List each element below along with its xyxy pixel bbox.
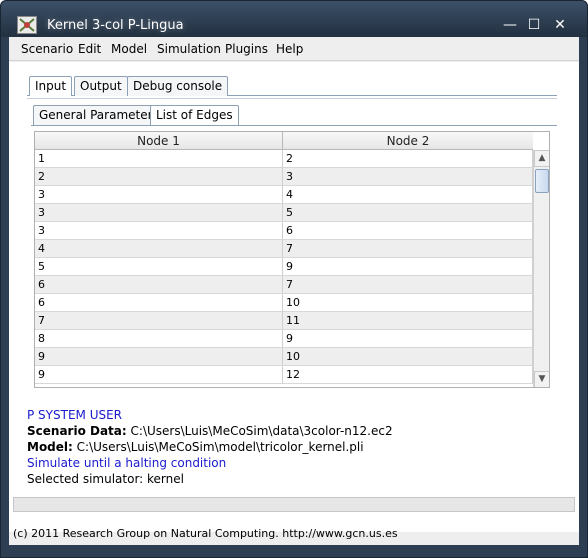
- main-panel: Input Output Debug console General Param…: [9, 62, 579, 532]
- table-row[interactable]: 59: [35, 258, 533, 276]
- table-row[interactable]: 23: [35, 168, 533, 186]
- cell-node-2[interactable]: 7: [283, 240, 533, 258]
- cell-node-1[interactable]: 2: [35, 168, 283, 186]
- table-row[interactable]: 67: [35, 276, 533, 294]
- table-row[interactable]: 7 11: [35, 312, 533, 330]
- menu-simulation[interactable]: Simulation: [157, 41, 221, 57]
- up-arrow-icon[interactable]: ▲: [534, 150, 549, 167]
- cell-node-1[interactable]: 6: [35, 276, 283, 294]
- footer-copyright: (c) 2011 Research Group on Natural Compu…: [13, 527, 398, 540]
- cell-node-1[interactable]: 8: [35, 330, 283, 348]
- cell-node-2[interactable]: 9: [283, 330, 533, 348]
- cell-node-2[interactable]: 7: [283, 276, 533, 294]
- menu-edit[interactable]: Edit: [78, 41, 101, 57]
- edges-table: Node 1 Node 2 1 2 2 3 3 4 3 5 3 6 4 7 5 9 6 7 6 10 7 11 8 9 9 1…: [34, 131, 550, 388]
- scenario-data-line: Scenario Data: C:\Users\Luis\MeCoSim\dat…: [27, 423, 557, 439]
- table-row[interactable]: 36: [35, 222, 533, 240]
- cell-node-2[interactable]: 10: [283, 348, 533, 366]
- title-bar[interactable]: Kernel 3-col P-Lingua — ☐ ✕: [1, 1, 587, 37]
- minimize-button[interactable]: —: [499, 15, 521, 35]
- cell-node-2[interactable]: 11: [283, 312, 533, 330]
- cell-node-2[interactable]: 10: [283, 294, 533, 312]
- selected-simulator-text: Selected simulator: kernel: [27, 472, 184, 486]
- window-title: Kernel 3-col P-Lingua: [47, 18, 184, 33]
- model-label: Model:: [27, 440, 73, 454]
- down-arrow-icon[interactable]: ▼: [534, 371, 549, 387]
- table-body: 1 2 2 3 3 4 3 5 3 6 4 7 5 9 6 7 6 10 7 11 8 9 9 10 9 12: [35, 150, 533, 387]
- table-row[interactable]: 47: [35, 240, 533, 258]
- model-line: Model: C:\Users\Luis\MeCoSim\model\trico…: [27, 439, 557, 455]
- table-row[interactable]: 35: [35, 204, 533, 222]
- user-label: P SYSTEM USER: [27, 408, 123, 422]
- scroll-thumb[interactable]: [535, 169, 549, 193]
- close-button[interactable]: ✕: [549, 15, 571, 35]
- status-panel: P SYSTEM USER Scenario Data: C:\Users\Lu…: [27, 407, 557, 497]
- cell-node-1[interactable]: 3: [35, 222, 283, 240]
- table-row[interactable]: 9 10: [35, 348, 533, 366]
- maximize-button[interactable]: ☐: [523, 15, 545, 35]
- cell-node-1[interactable]: 4: [35, 240, 283, 258]
- cell-node-2[interactable]: 9: [283, 258, 533, 276]
- table-header: Node 1 Node 2: [35, 132, 533, 150]
- cell-node-1[interactable]: 3: [35, 204, 283, 222]
- cell-node-1[interactable]: 5: [35, 258, 283, 276]
- subtab-general-parameters[interactable]: General Parameters: [33, 105, 165, 125]
- table-row[interactable]: 12: [35, 150, 533, 168]
- tab-input[interactable]: Input: [29, 76, 73, 96]
- cell-node-2[interactable]: 12: [283, 366, 533, 384]
- cell-node-1[interactable]: 1: [35, 150, 283, 168]
- table-row[interactable]: 89: [35, 330, 533, 348]
- vertical-scrollbar[interactable]: ▲ ▼: [533, 150, 549, 387]
- menu-model[interactable]: Model: [111, 41, 147, 57]
- cell-node-1[interactable]: 6: [35, 294, 283, 312]
- table-row[interactable]: 6 10: [35, 294, 533, 312]
- simulate-condition-text: Simulate until a halting condition: [27, 456, 227, 470]
- client-area: Scenario Edit Model Simulation Plugins H…: [9, 37, 579, 545]
- tab-output[interactable]: Output: [74, 76, 128, 96]
- scenario-data-path: C:\Users\Luis\MeCoSim\data\3color-n12.ec…: [130, 424, 393, 438]
- cell-node-1[interactable]: 3: [35, 186, 283, 204]
- cell-node-2[interactable]: 3: [283, 168, 533, 186]
- cell-node-2[interactable]: 6: [283, 222, 533, 240]
- cell-node-2[interactable]: 2: [283, 150, 533, 168]
- app-window: Kernel 3-col P-Lingua — ☐ ✕ Scenario Edi…: [0, 0, 588, 558]
- tab-debug-console[interactable]: Debug console: [127, 76, 229, 96]
- menu-bar: Scenario Edit Model Simulation Plugins H…: [9, 37, 579, 61]
- cell-node-1[interactable]: 9: [35, 348, 283, 366]
- table-row[interactable]: 34: [35, 186, 533, 204]
- cell-node-2[interactable]: 4: [283, 186, 533, 204]
- subtab-list-of-edges[interactable]: List of Edges: [150, 105, 239, 125]
- subtab-divider: [31, 125, 557, 126]
- menu-scenario[interactable]: Scenario: [21, 41, 73, 57]
- menu-help[interactable]: Help: [276, 41, 303, 57]
- progress-bar: [13, 497, 575, 512]
- app-icon[interactable]: [17, 16, 37, 34]
- model-path: C:\Users\Luis\MeCoSim\model\tricolor_ker…: [76, 440, 364, 454]
- cell-node-2[interactable]: 5: [283, 204, 533, 222]
- cell-node-1[interactable]: 7: [35, 312, 283, 330]
- scenario-data-label: Scenario Data:: [27, 424, 127, 438]
- cell-node-1[interactable]: 9: [35, 366, 283, 384]
- column-header-node-1[interactable]: Node 1: [35, 132, 283, 150]
- table-row[interactable]: 9 12: [35, 366, 533, 384]
- menu-plugins[interactable]: Plugins: [225, 41, 268, 57]
- column-header-node-2[interactable]: Node 2: [283, 132, 533, 150]
